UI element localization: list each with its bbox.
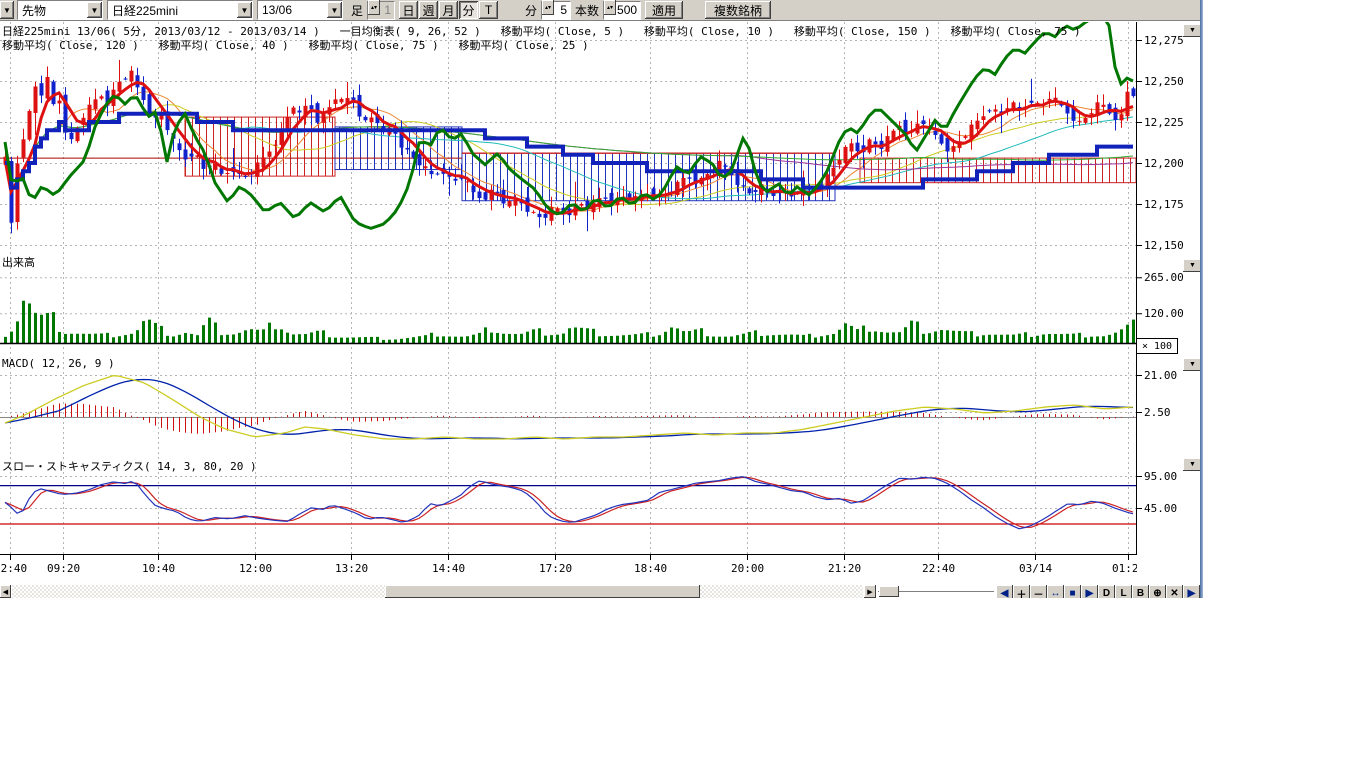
crosshair-button[interactable]: ⊕ — [1149, 585, 1166, 598]
volume-multiplier-badge: × 100 — [1136, 338, 1178, 354]
chart-application-window: ▼ 先物 ▼ 日経225mini ▼ 13/06 ▼ 足 1 ▴▾ 日週月分T … — [0, 0, 1203, 598]
scroll-left-button[interactable]: ◀ — [0, 585, 11, 598]
close-button[interactable]: ✕ — [1166, 585, 1183, 598]
scrollbar-thumb[interactable] — [385, 585, 700, 598]
window-right-edge — [1200, 0, 1203, 598]
zoom-slider-thumb[interactable] — [879, 586, 899, 597]
bottom-bar: ◀ ▶ ◀＋－↔■▶DLB⊕✕▶ — [0, 585, 1200, 598]
stop-button[interactable]: ■ — [1064, 585, 1081, 598]
zoom-in-button[interactable]: ＋ — [1013, 585, 1030, 598]
chart-control-button-row: ◀＋－↔■▶DLB⊕✕▶ — [996, 585, 1200, 598]
button-L[interactable]: L — [1115, 585, 1132, 598]
play-button[interactable]: ▶ — [1081, 585, 1098, 598]
jump-start-button[interactable]: ◀ — [996, 585, 1013, 598]
button-B[interactable]: B — [1132, 585, 1149, 598]
jump-end-button[interactable]: ▶ — [1183, 585, 1200, 598]
chart-canvas[interactable] — [0, 0, 1203, 598]
chart-panel: 日経225mini 13/06( 5分, 2013/03/12 - 2013/0… — [0, 0, 1203, 598]
scroll-right-button[interactable]: ▶ — [864, 585, 876, 598]
button-D[interactable]: D — [1098, 585, 1115, 598]
zoom-out-button[interactable]: － — [1030, 585, 1047, 598]
fit-width-button[interactable]: ↔ — [1047, 585, 1064, 598]
